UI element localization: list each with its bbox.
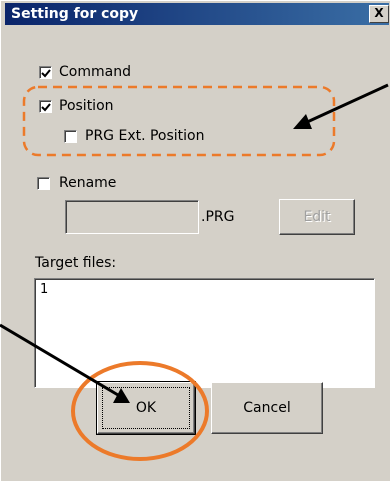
checkmark-icon: [41, 103, 51, 112]
title-bar: Setting for copy X: [5, 3, 389, 25]
focus-rect: [102, 387, 190, 429]
position-checkbox[interactable]: [39, 100, 52, 113]
cancel-button-label: Cancel: [243, 400, 291, 416]
rename-checkbox[interactable]: [37, 177, 50, 190]
setting-for-copy-dialog: Setting for copy X Command Position PRG …: [0, 0, 390, 481]
command-checkbox[interactable]: [39, 66, 52, 79]
close-icon: X: [374, 6, 384, 20]
target-files-list[interactable]: 1: [34, 278, 375, 388]
target-files-label: Target files:: [35, 255, 117, 271]
command-label: Command: [59, 64, 131, 80]
rename-field[interactable]: [65, 200, 199, 234]
ok-button[interactable]: OK: [96, 381, 196, 435]
position-label: Position: [59, 98, 114, 114]
edit-button[interactable]: Edit: [279, 199, 355, 235]
cancel-button[interactable]: Cancel: [211, 382, 323, 434]
checkmark-icon: [41, 69, 51, 78]
dialog-title: Setting for copy: [11, 6, 139, 22]
rename-label: Rename: [59, 175, 117, 191]
edit-button-label: Edit: [303, 209, 331, 225]
prg-suffix-label: .PRG: [201, 209, 235, 225]
target-file-entry: 1: [40, 282, 49, 297]
prg-ext-position-checkbox[interactable]: [64, 130, 77, 143]
close-button[interactable]: X: [369, 5, 389, 23]
prg-ext-position-label: PRG Ext. Position: [85, 128, 205, 144]
